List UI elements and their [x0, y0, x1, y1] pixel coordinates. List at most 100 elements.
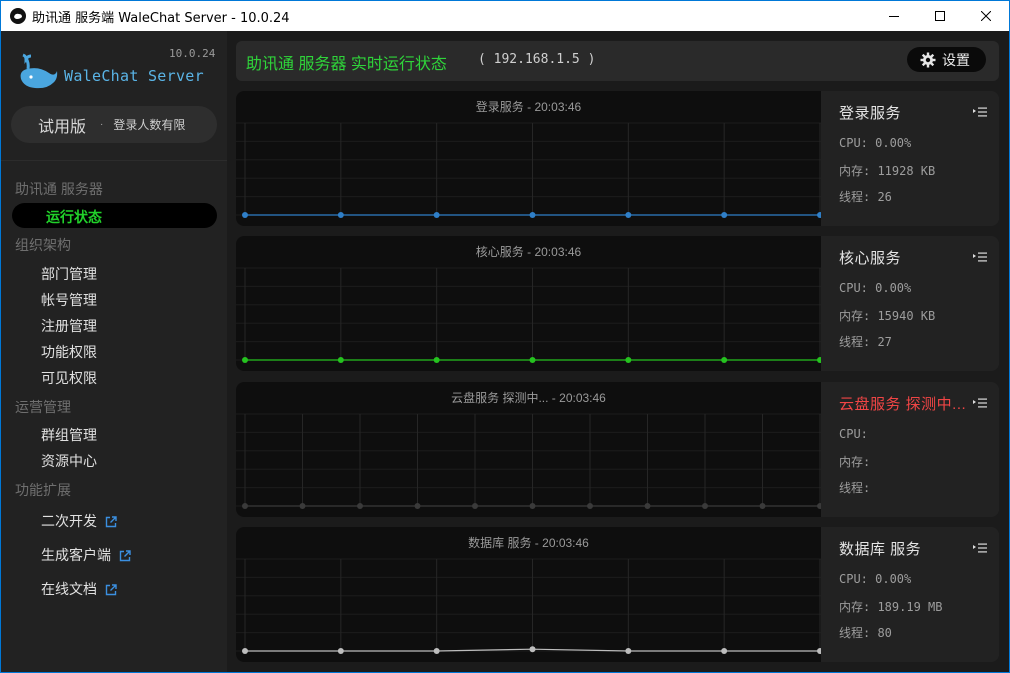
menu-icon[interactable]: [973, 106, 987, 118]
sidebar-item-visibility-permissions[interactable]: 可见权限: [41, 368, 97, 388]
chart-database: 数据库 服务 - 20:03:46: [236, 527, 821, 662]
data-point: [587, 503, 593, 509]
data-point: [337, 648, 344, 654]
gear-icon: [920, 52, 936, 67]
memory-stat: 内存: 189.19 MB: [839, 600, 943, 614]
data-point: [242, 357, 248, 363]
memory-stat: 内存: 15940 KB: [839, 309, 936, 323]
service-info: 云盘服务 探测中... CPU: 内存: 线程:: [821, 382, 999, 517]
app-icon: [10, 8, 26, 24]
sidebar: WaleChat Server 10.0.24 试用版 · 登录人数有限 助讯通…: [1, 31, 227, 672]
trial-separator: ·: [100, 119, 104, 130]
threads-stat: 线程: 26: [839, 190, 892, 204]
sidebar-item-generate-client[interactable]: 生成客户端: [41, 545, 131, 565]
data-point: [625, 648, 632, 654]
data-point: [721, 212, 728, 218]
threads-stat: 线程: 80: [839, 626, 892, 640]
sidebar-item-label: 在线文档: [41, 581, 97, 597]
service-name: 数据库 服务: [839, 541, 922, 558]
maximize-icon: [935, 11, 945, 21]
threads-stat: 线程: 27: [839, 335, 892, 349]
data-point: [721, 648, 728, 654]
minimize-button[interactable]: [871, 1, 917, 31]
data-point: [414, 503, 421, 509]
service-info: 登录服务 CPU: 0.00% 内存: 11928 KB 线程: 26: [821, 91, 999, 226]
chart-title: 核心服务 - 20:03:46: [475, 245, 582, 259]
threads-stat: 线程:: [839, 481, 871, 495]
data-point: [529, 503, 536, 509]
data-point: [529, 357, 536, 363]
chart-core: 核心服务 - 20:03:46: [236, 236, 821, 371]
data-point: [625, 212, 632, 218]
menu-icon[interactable]: [973, 251, 987, 263]
sidebar-item-registration[interactable]: 注册管理: [41, 316, 97, 336]
nav-group-server: 助讯通 服务器: [15, 181, 103, 197]
chart-title: 登录服务 - 20:03:46: [475, 100, 582, 114]
maximize-button[interactable]: [917, 1, 963, 31]
data-point: [759, 503, 766, 509]
sidebar-item-development[interactable]: 二次开发: [41, 511, 117, 531]
window-titlebar: 助讯通 服务端 WaleChat Server - 10.0.24: [0, 0, 1010, 31]
sidebar-item-label: 运行状态: [46, 209, 102, 225]
service-panel-cloud: 云盘服务 探测中... - 20:03:46 云盘服务 探测中... CPU: …: [236, 382, 999, 517]
data-point: [644, 503, 651, 509]
data-point: [625, 357, 632, 363]
sidebar-item-label: 二次开发: [41, 513, 97, 529]
chart-title: 数据库 服务 - 20:03:46: [468, 536, 589, 550]
service-name: 云盘服务 探测中...: [839, 396, 967, 413]
data-point: [702, 503, 708, 509]
sidebar-item-accounts[interactable]: 帐号管理: [41, 290, 97, 310]
memory-stat: 内存: 11928 KB: [839, 164, 936, 178]
whale-logo-icon: [20, 53, 58, 89]
trial-badge[interactable]: 试用版 · 登录人数有限: [11, 106, 217, 143]
sidebar-item-feature-permissions[interactable]: 功能权限: [41, 342, 97, 362]
sidebar-item-resources[interactable]: 资源中心: [41, 451, 97, 471]
minimize-icon: [889, 16, 899, 17]
chart-title: 云盘服务 探测中... - 20:03:46: [451, 391, 606, 405]
cpu-stat: CPU: 0.00%: [839, 281, 912, 295]
chart-login: 登录服务 - 20:03:46: [236, 91, 821, 226]
sidebar-item-run-status[interactable]: 运行状态: [12, 203, 217, 228]
data-point: [357, 503, 363, 509]
external-link-icon: [105, 584, 117, 596]
window-title: 助讯通 服务端 WaleChat Server - 10.0.24: [32, 10, 290, 26]
sidebar-item-departments[interactable]: 部门管理: [41, 264, 97, 284]
trial-label: 试用版: [38, 118, 87, 136]
data-point: [472, 503, 478, 509]
data-point: [433, 648, 440, 654]
service-name: 核心服务: [839, 250, 902, 267]
data-point: [242, 503, 248, 509]
menu-icon[interactable]: [973, 397, 987, 409]
brand-name: WaleChat Server: [64, 67, 204, 85]
sidebar-item-groups[interactable]: 群组管理: [41, 425, 97, 445]
page-title: 助讯通 服务器 实时运行状态: [246, 56, 447, 73]
nav-group-org: 组织架构: [15, 237, 71, 253]
close-button[interactable]: [963, 1, 1009, 31]
sidebar-item-online-docs[interactable]: 在线文档: [41, 579, 117, 599]
service-panel-core: 核心服务 - 20:03:46 核心服务 CPU: 0.00% 内存: 1594…: [236, 236, 999, 371]
data-point: [242, 648, 248, 654]
sidebar-item-label: 生成客户端: [41, 547, 111, 563]
trial-note: 登录人数有限: [113, 118, 186, 132]
nav-group-extensions: 功能扩展: [15, 482, 71, 498]
nav-group-operations: 运营管理: [15, 399, 71, 415]
settings-button[interactable]: 设置: [907, 47, 986, 72]
status-header: 助讯通 服务器 实时运行状态 ( 192.168.1.5 ) 设置: [236, 41, 999, 81]
external-link-icon: [119, 550, 131, 562]
service-panel-database: 数据库 服务 - 20:03:46 数据库 服务 CPU: 0.00% 内存: …: [236, 527, 999, 662]
data-point: [529, 212, 536, 218]
data-point: [433, 212, 440, 218]
settings-label: 设置: [942, 51, 970, 68]
chart-cloud: 云盘服务 探测中... - 20:03:46: [236, 382, 821, 517]
service-info: 核心服务 CPU: 0.00% 内存: 15940 KB 线程: 27: [821, 236, 999, 371]
close-icon: [981, 11, 991, 21]
service-info: 数据库 服务 CPU: 0.00% 内存: 189.19 MB 线程: 80: [821, 527, 999, 662]
cpu-stat: CPU:: [839, 427, 868, 441]
version-label: 10.0.24: [169, 47, 216, 60]
data-point: [242, 212, 248, 218]
cpu-stat: CPU: 0.00%: [839, 572, 912, 586]
menu-icon[interactable]: [973, 542, 987, 554]
data-point: [337, 357, 344, 363]
server-ip: ( 192.168.1.5 ): [478, 52, 596, 67]
cpu-stat: CPU: 0.00%: [839, 136, 912, 150]
